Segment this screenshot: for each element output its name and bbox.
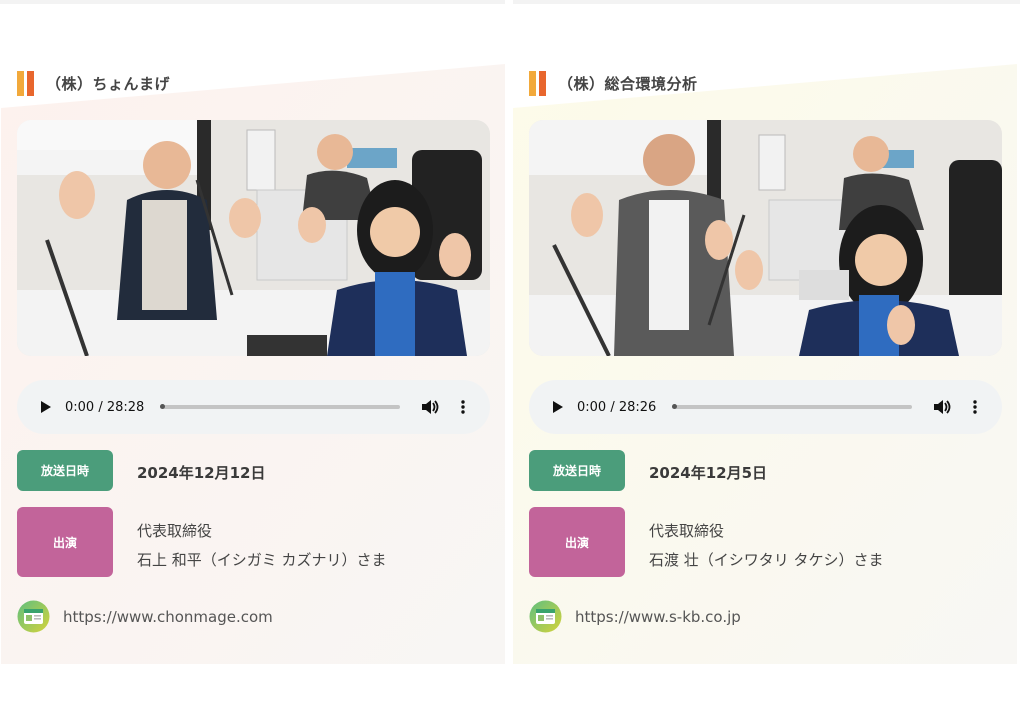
guest-name: 石上 和平（イシガミ カズナリ）さま: [137, 551, 387, 569]
audio-time: 0:00 / 28:26: [577, 399, 657, 415]
broadcast-date: 2024年12月12日: [137, 464, 266, 482]
guest-role: 代表取締役: [137, 522, 213, 540]
program-photo: [17, 120, 490, 356]
guest-role: 代表取締役: [649, 522, 725, 540]
audio-seek-bar[interactable]: [160, 404, 400, 409]
audio-player: 0:00 / 28:28: [17, 380, 490, 434]
broadcast-date-badge: 放送日時: [529, 450, 625, 491]
play-icon[interactable]: [549, 398, 567, 416]
website-icon: [529, 600, 562, 633]
more-options-icon[interactable]: [966, 398, 984, 416]
broadcast-date-badge: 放送日時: [17, 450, 113, 491]
top-divider: [513, 0, 1020, 4]
program-card: （株）ちょんまげ 0:00 / 28:28 放送日時 2024年12月12日 出…: [1, 64, 505, 664]
audio-player: 0:00 / 28:26: [529, 380, 1002, 434]
broadcast-date: 2024年12月5日: [649, 464, 768, 482]
guest-name: 石渡 壮（イシワタリ タケシ）さま: [649, 551, 884, 569]
play-icon[interactable]: [37, 398, 55, 416]
guest-badge: 出演: [17, 507, 113, 577]
company-name: （株）ちょんまげ: [46, 74, 171, 93]
volume-icon[interactable]: [420, 398, 440, 416]
program-card: （株）総合環境分析 0:00 / 28:26 放送日時 2024年12月5日 出…: [513, 64, 1017, 664]
title-marker-icon: [529, 70, 546, 96]
audio-time: 0:00 / 28:28: [65, 399, 145, 415]
company-name: （株）総合環境分析: [558, 74, 698, 93]
more-options-icon[interactable]: [454, 398, 472, 416]
program-photo: [529, 120, 1002, 356]
website-link[interactable]: https://www.s-kb.co.jp: [575, 608, 741, 626]
volume-icon[interactable]: [932, 398, 952, 416]
title-marker-icon: [17, 70, 34, 96]
website-icon: [17, 600, 50, 633]
top-divider: [0, 0, 505, 4]
website-link[interactable]: https://www.chonmage.com: [63, 608, 273, 626]
guest-badge: 出演: [529, 507, 625, 577]
audio-seek-bar[interactable]: [672, 404, 912, 409]
